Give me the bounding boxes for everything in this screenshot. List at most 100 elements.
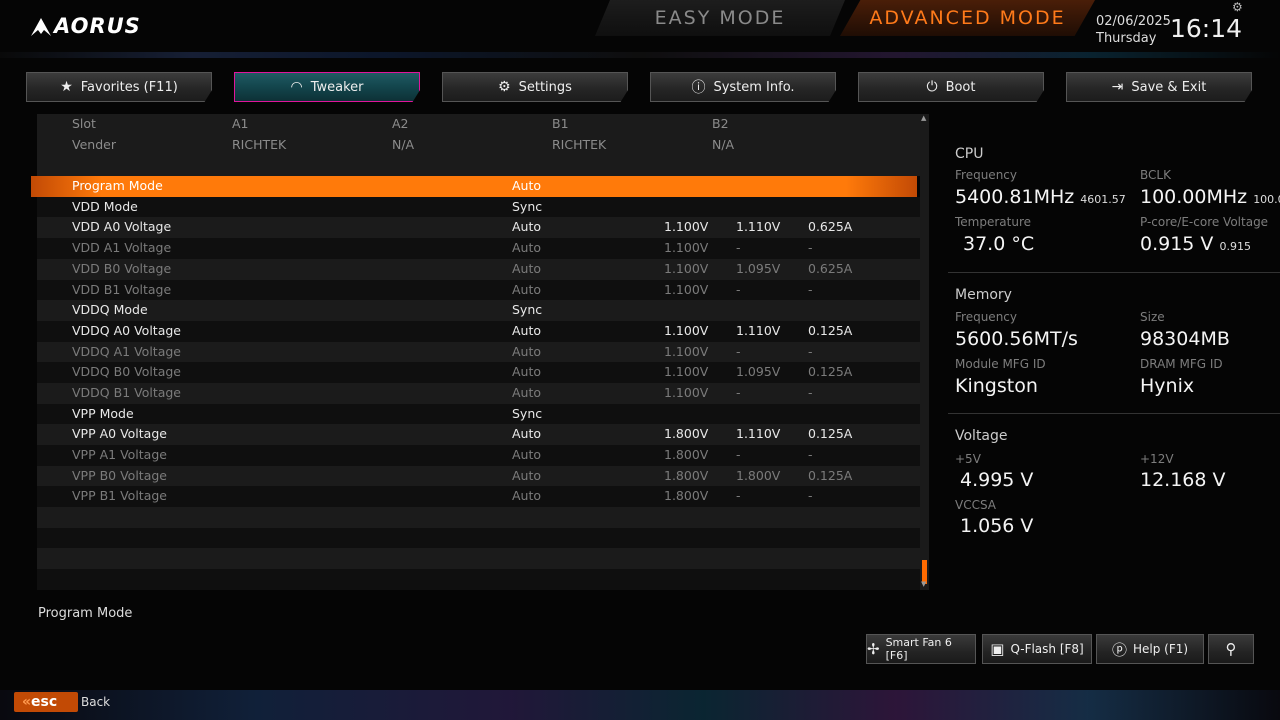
setting-v1: 1.100V: [664, 322, 709, 338]
setting-value[interactable]: Sync: [512, 197, 542, 218]
setting-v3: -: [808, 281, 813, 297]
search-button[interactable]: ⚲: [1208, 634, 1254, 664]
header-b2: B2: [712, 116, 729, 131]
memory-title: Memory: [955, 287, 1012, 303]
setting-v2: -: [736, 240, 741, 256]
memory-panel: Memory Frequency 5600.56MT/s Size 98304M…: [955, 287, 1275, 417]
back-label[interactable]: Back: [81, 695, 110, 709]
advanced-mode-button[interactable]: ADVANCED MODE: [840, 0, 1095, 36]
header-label: Slot: [72, 116, 96, 131]
setting-v1: 1.100V: [664, 219, 709, 235]
tab-favorites[interactable]: ★ Favorites (F11): [26, 72, 212, 102]
setting-value[interactable]: Sync: [512, 404, 542, 425]
plus5v-value: 4.995 V: [960, 469, 1034, 491]
small-gear-icon[interactable]: ⚙: [1232, 0, 1243, 14]
setting-row[interactable]: VDD A0 Voltage Auto 1.100V 1.110V 0.625A: [37, 217, 920, 239]
setting-row[interactable]: VDDQ A1 Voltage Auto 1.100V - -: [37, 341, 920, 363]
setting-row[interactable]: VDDQ B1 Voltage Auto 1.100V - -: [37, 382, 920, 404]
setting-row[interactable]: Program Mode Auto: [31, 176, 917, 197]
bclk-label: BCLK: [1140, 168, 1171, 182]
setting-name: VDDQ B1 Voltage: [72, 384, 182, 400]
header-a1: A1: [232, 116, 249, 131]
setting-row[interactable]: VDDQ A0 Voltage Auto 1.100V 1.110V 0.125A: [37, 320, 920, 342]
setting-name: VPP Mode: [72, 405, 134, 421]
setting-row[interactable]: VDD B1 Voltage Auto 1.100V - -: [37, 279, 920, 301]
setting-v3: -: [808, 384, 813, 400]
setting-v3: 0.125A: [808, 426, 853, 442]
tab-save-exit[interactable]: ⇥ Save & Exit: [1066, 72, 1252, 102]
easy-mode-button[interactable]: EASY MODE: [595, 0, 845, 36]
setting-value[interactable]: Auto: [512, 342, 541, 363]
setting-value[interactable]: Auto: [512, 466, 541, 487]
setting-row[interactable]: VPP B1 Voltage Auto 1.800V - -: [37, 486, 920, 508]
setting-value[interactable]: Auto: [512, 424, 541, 445]
aorus-logo: AORUS: [30, 14, 141, 38]
setting-value[interactable]: Sync: [512, 300, 542, 321]
tab-tweaker[interactable]: ◠ Tweaker: [234, 72, 420, 102]
header-a2: N/A: [392, 136, 415, 152]
vender-header-row: Vender RICHTEK N/A RICHTEK N/A: [37, 134, 920, 156]
empty-row: [37, 548, 920, 570]
header-a2: A2: [392, 116, 409, 131]
double-chevron-icon: «: [22, 694, 32, 710]
setting-v3: 0.125A: [808, 364, 853, 380]
setting-v3: 0.125A: [808, 322, 853, 338]
qflash-button[interactable]: ▣ Q-Flash [F8]: [982, 634, 1092, 664]
tab-system-info[interactable]: ⓘ System Info.: [650, 72, 836, 102]
day-text: Thursday: [1096, 31, 1157, 46]
setting-name: Program Mode: [72, 178, 163, 194]
core-voltage-value: 0.915 V 0.915: [1140, 233, 1251, 255]
setting-value[interactable]: Auto: [512, 321, 541, 342]
scrollbar[interactable]: ▲ ▼: [920, 114, 929, 590]
setting-value[interactable]: Auto: [512, 238, 541, 259]
setting-name: VPP A0 Voltage: [72, 426, 167, 442]
vccsa-value: 1.056 V: [960, 515, 1034, 537]
tab-settings[interactable]: ⚙ Settings: [442, 72, 628, 102]
setting-value[interactable]: Auto: [512, 176, 541, 197]
tab-label: System Info.: [713, 79, 795, 95]
setting-row[interactable]: VPP B0 Voltage Auto 1.800V 1.800V 0.125A: [37, 465, 920, 487]
top-decoration: [0, 52, 1280, 58]
setting-v1: 1.100V: [664, 384, 709, 400]
memory-frequency-label: Frequency: [955, 310, 1017, 324]
setting-v3: 0.625A: [808, 260, 853, 276]
empty-row: [37, 527, 920, 549]
setting-row[interactable]: VPP A1 Voltage Auto 1.800V - -: [37, 445, 920, 466]
setting-name: VDD A1 Voltage: [72, 240, 172, 256]
memory-size-value: 98304MB: [1140, 328, 1230, 350]
empty-row: [37, 507, 920, 528]
bclk-value: 100.00MHz 100.01: [1140, 186, 1280, 208]
setting-value[interactable]: Auto: [512, 383, 541, 404]
tab-label: Save & Exit: [1131, 79, 1207, 95]
setting-v1: 1.800V: [664, 447, 709, 462]
tab-label: Settings: [518, 79, 572, 95]
setting-row[interactable]: VDDQ Mode Sync: [37, 300, 920, 321]
gauge-icon: ◠: [290, 79, 303, 95]
setting-value[interactable]: Auto: [512, 280, 541, 301]
setting-row[interactable]: VDD Mode Sync: [37, 196, 920, 218]
setting-row[interactable]: VPP A0 Voltage Auto 1.800V 1.110V 0.125A: [37, 424, 920, 445]
setting-row[interactable]: VPP Mode Sync: [37, 403, 920, 425]
setting-value[interactable]: Auto: [512, 362, 541, 383]
setting-row[interactable]: VDD B0 Voltage Auto 1.100V 1.095V 0.625A: [37, 258, 920, 280]
setting-value[interactable]: Auto: [512, 259, 541, 280]
setting-row[interactable]: VDDQ B0 Voltage Auto 1.100V 1.095V 0.125A: [37, 362, 920, 383]
scroll-down-icon[interactable]: ▼: [921, 580, 926, 588]
help-button[interactable]: ⓟ Help (F1): [1096, 634, 1204, 664]
panel-divider: [948, 413, 1280, 414]
scroll-up-icon[interactable]: ▲: [921, 114, 926, 122]
plus12v-label: +12V: [1140, 452, 1174, 466]
setting-row[interactable]: VDD A1 Voltage Auto 1.100V - -: [37, 238, 920, 259]
setting-value[interactable]: Auto: [512, 486, 541, 507]
esc-key[interactable]: «esc: [14, 692, 78, 712]
plus12v-value: 12.168 V: [1140, 469, 1226, 491]
setting-value[interactable]: Auto: [512, 445, 541, 466]
help-icon: ⓟ: [1111, 640, 1127, 659]
help-description: Program Mode: [38, 606, 133, 621]
setting-value[interactable]: Auto: [512, 217, 541, 238]
panel-divider: [948, 272, 1280, 273]
tab-boot[interactable]: ⏻ Boot: [858, 72, 1044, 102]
setting-name: VPP B1 Voltage: [72, 488, 167, 504]
smart-fan-button[interactable]: ✢ Smart Fan 6 [F6]: [866, 634, 976, 664]
search-icon: ⚲: [1225, 640, 1237, 658]
